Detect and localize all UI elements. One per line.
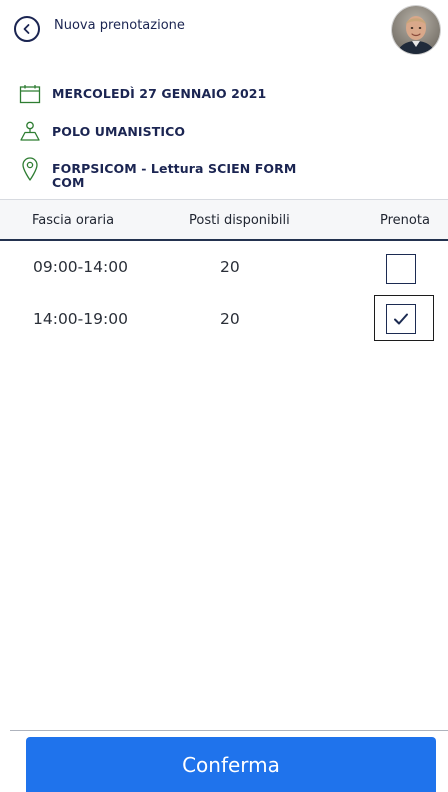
available-seats-cell: 20	[220, 310, 240, 328]
location-row: POLO UMANISTICO	[18, 119, 338, 143]
date-label: MERCOLEDÌ 27 GENNAIO 2021	[52, 86, 267, 101]
room-label-line2: COM	[52, 175, 85, 190]
checkmark-icon	[394, 313, 408, 325]
time-slot-cell: 09:00-14:00	[33, 258, 128, 276]
room-label: FORPSICOM - Lettura SCIEN FORM COM	[52, 162, 296, 190]
chevron-left-icon	[23, 24, 30, 34]
confirm-button[interactable]: Conferma	[26, 737, 436, 792]
column-header-book: Prenota	[380, 213, 430, 228]
column-header-available: Posti disponibili	[189, 213, 290, 228]
room-row: FORPSICOM - Lettura SCIEN FORM COM	[18, 157, 338, 190]
book-checkbox-checked[interactable]	[386, 304, 416, 334]
available-seats-cell: 20	[220, 258, 240, 276]
location-pin-icon	[18, 119, 42, 143]
map-marker-icon	[18, 157, 42, 181]
room-label-line1: FORPSICOM - Lettura SCIEN FORM	[52, 161, 297, 176]
column-header-time-slot: Fascia oraria	[32, 213, 115, 228]
header-bar: Nuova prenotazione	[0, 0, 448, 62]
back-button[interactable]	[14, 16, 40, 42]
book-checkbox-unchecked[interactable]	[386, 254, 416, 284]
location-label: POLO UMANISTICO	[52, 124, 186, 139]
avatar[interactable]	[392, 6, 440, 54]
date-row: MERCOLEDÌ 27 GENNAIO 2021	[18, 82, 338, 106]
table-header: Fascia oraria Posti disponibili Prenota	[0, 199, 448, 241]
time-slot-cell: 14:00-19:00	[33, 310, 128, 328]
page-title: Nuova prenotazione	[54, 18, 185, 33]
calendar-icon	[18, 82, 42, 106]
footer-divider	[10, 730, 448, 731]
